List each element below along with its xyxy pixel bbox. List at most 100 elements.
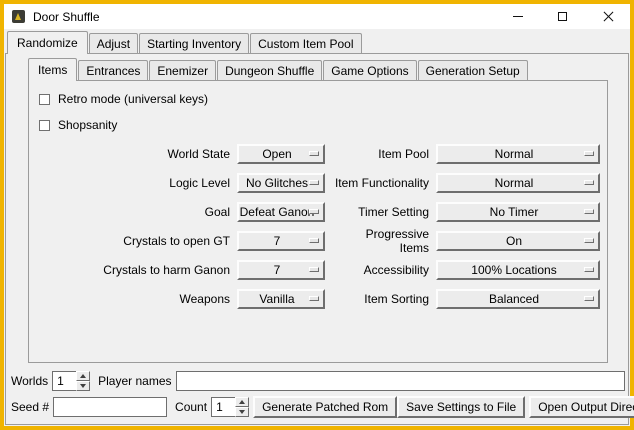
window: Door Shuffle Randomize Adjust Starting I… [0,0,634,430]
item-functionality-value: Normal [495,176,542,190]
item-pool-value: Normal [495,147,542,161]
fields-right-column: Item Pool Normal Item Functionality Norm… [333,144,600,309]
open-output-directory-button[interactable]: Open Output Directory [529,396,634,418]
tab-starting-inventory[interactable]: Starting Inventory [139,33,249,53]
save-settings-button[interactable]: Save Settings to File [397,396,525,418]
dropdown-indicator-icon [309,180,319,185]
count-spin-down-button[interactable] [235,407,249,417]
worlds-spin-arrows [76,371,90,391]
up-arrow-icon [239,400,245,404]
timer-setting-label: Timer Setting [333,205,429,219]
retro-mode-label: Retro mode (universal keys) [58,92,208,106]
world-state-dropdown[interactable]: Open [237,144,325,164]
field-weapons: Weapons Vanilla [37,289,325,309]
worlds-value: 1 [52,371,76,391]
down-arrow-icon [80,384,86,388]
logic-level-value: No Glitches [246,176,316,190]
seed-input[interactable] [53,397,167,417]
maximize-button[interactable] [540,4,585,29]
timer-setting-dropdown[interactable]: No Timer [436,202,600,222]
dropdown-indicator-icon [584,151,594,156]
item-functionality-label: Item Functionality [333,176,429,190]
progressive-items-dropdown[interactable]: On [436,231,600,251]
field-item-pool: Item Pool Normal [333,144,600,164]
item-sorting-label: Item Sorting [333,292,429,306]
goal-label: Goal [37,205,230,219]
count-value: 1 [211,397,235,417]
count-label: Count [175,400,207,414]
worlds-spin-up-button[interactable] [76,371,90,381]
timer-setting-value: No Timer [490,205,547,219]
items-panel: Retro mode (universal keys) Shopsanity W… [28,80,608,363]
up-arrow-icon [80,374,86,378]
accessibility-label: Accessibility [333,263,429,277]
tab-game-options[interactable]: Game Options [323,60,416,80]
shopsanity-label: Shopsanity [58,118,117,132]
checkbox-box [39,94,50,105]
fields-left-column: World State Open Logic Level No Glitches [37,144,325,309]
crystals-harm-ganon-label: Crystals to harm Ganon [37,263,230,277]
tab-randomize[interactable]: Randomize [7,31,88,54]
field-goal: Goal Defeat Ganon [37,202,325,222]
dropdown-indicator-icon [584,296,594,301]
seed-label: Seed # [11,400,49,414]
retro-mode-checkbox[interactable]: Retro mode (universal keys) [39,92,607,106]
field-item-sorting: Item Sorting Balanced [333,289,600,309]
client-area: Randomize Adjust Starting Inventory Cust… [4,29,630,426]
item-pool-label: Item Pool [333,147,429,161]
tab-custom-item-pool[interactable]: Custom Item Pool [250,33,361,53]
weapons-label: Weapons [37,292,230,306]
player-names-input[interactable] [176,371,626,391]
option-fields: World State Open Logic Level No Glitches [37,144,607,309]
field-timer-setting: Timer Setting No Timer [333,202,600,222]
accessibility-dropdown[interactable]: 100% Locations [436,260,600,280]
worlds-spin-down-button[interactable] [76,381,90,391]
crystals-harm-ganon-dropdown[interactable]: 7 [237,260,325,280]
titlebar[interactable]: Door Shuffle [4,4,630,29]
maximize-icon [558,12,567,21]
window-controls [495,4,630,29]
tab-items[interactable]: Items [28,58,77,81]
dropdown-indicator-icon [309,267,319,272]
field-accessibility: Accessibility 100% Locations [333,260,600,280]
crystals-open-gt-dropdown[interactable]: 7 [237,231,325,251]
item-sorting-dropdown[interactable]: Balanced [436,289,600,309]
logic-level-dropdown[interactable]: No Glitches [237,173,325,193]
item-pool-dropdown[interactable]: Normal [436,144,600,164]
accessibility-value: 100% Locations [471,263,564,277]
item-functionality-dropdown[interactable]: Normal [436,173,600,193]
worlds-spinbox[interactable]: 1 [52,371,90,391]
tab-entrances[interactable]: Entrances [78,60,148,80]
tab-adjust[interactable]: Adjust [89,33,138,53]
count-spinbox[interactable]: 1 [211,397,249,417]
dropdown-indicator-icon [309,209,319,214]
goal-dropdown[interactable]: Defeat Ganon [237,202,325,222]
dropdown-indicator-icon [584,209,594,214]
logic-level-label: Logic Level [37,176,230,190]
field-progressive-items: Progressive Items On [333,231,600,251]
main-tab-bar: Randomize Adjust Starting Inventory Cust… [4,29,630,53]
tab-dungeon-shuffle[interactable]: Dungeon Shuffle [217,60,322,80]
tab-generation-setup[interactable]: Generation Setup [418,60,528,80]
field-logic-level: Logic Level No Glitches [37,173,325,193]
checkbox-box [39,120,50,131]
worlds-label: Worlds [11,374,48,388]
count-spin-arrows [235,397,249,417]
progressive-items-value: On [506,234,530,248]
crystals-harm-ganon-value: 7 [274,263,289,277]
count-spin-up-button[interactable] [235,397,249,407]
field-item-functionality: Item Functionality Normal [333,173,600,193]
minimize-button[interactable] [495,4,540,29]
generate-patched-rom-button[interactable]: Generate Patched Rom [253,396,397,418]
tab-enemizer[interactable]: Enemizer [149,60,216,80]
shopsanity-checkbox[interactable]: Shopsanity [39,118,607,132]
weapons-dropdown[interactable]: Vanilla [237,289,325,309]
close-button[interactable] [585,4,630,29]
app-icon [12,10,25,23]
world-state-value: Open [262,147,299,161]
dropdown-indicator-icon [584,238,594,243]
settings-tab-bar: Items Entrances Enemizer Dungeon Shuffle… [28,56,608,80]
item-sorting-value: Balanced [489,292,547,306]
field-crystals-open-gt: Crystals to open GT 7 [37,231,325,251]
down-arrow-icon [239,410,245,414]
